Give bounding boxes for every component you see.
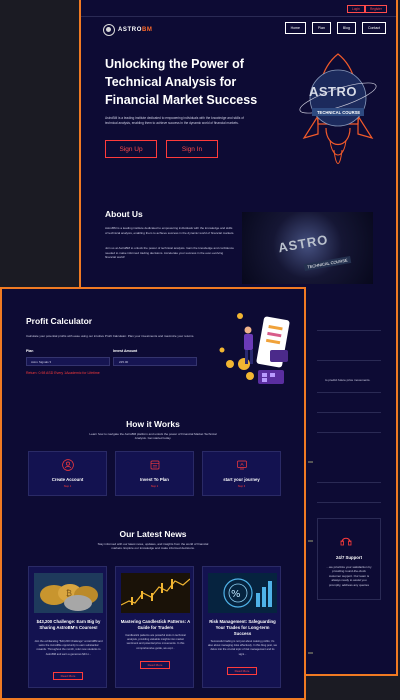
news-card-title: $43,200 Challenge: Earn Big by Sharing A… xyxy=(36,619,101,630)
return-text: Return: 0.98 ASD Every 1Academic for Lif… xyxy=(26,371,100,375)
main-nav: Home Plan Blog Contact xyxy=(284,22,386,34)
nav-home[interactable]: Home xyxy=(284,22,306,34)
step-number: Step 1 xyxy=(63,485,72,488)
divider-line xyxy=(317,360,381,361)
about-image-text: ASTRO xyxy=(277,231,330,256)
news-card-title: Risk Management: Safeguarding Your Trade… xyxy=(209,619,276,636)
read-more-button[interactable]: Read More xyxy=(140,661,170,669)
signup-button[interactable]: Sign Up xyxy=(105,140,157,158)
hero-badge-subtitle: TECHNICAL COURSE xyxy=(317,110,361,115)
news-card[interactable]: % Risk Management: Safeguarding Your Tra… xyxy=(202,566,281,688)
about-image-subtitle: TECHNICAL COURSE xyxy=(303,255,352,272)
support-description: ...we prioritize your satisfaction by pr… xyxy=(326,565,372,587)
amount-label: Invest Amount xyxy=(113,349,138,353)
calculator-description: Calculate your potential profits with ea… xyxy=(26,334,195,338)
how-it-works-description: Learn how to navigate the AstroBM platfo… xyxy=(89,432,217,441)
plan-label: Plan xyxy=(26,349,34,353)
about-image: ASTRO TECHNICAL COURSE xyxy=(242,212,373,284)
hero-badge-text: ASTRO xyxy=(309,84,357,99)
finance-illustration xyxy=(219,313,290,384)
step-card-start-journey[interactable]: start your journey Step 3 xyxy=(202,451,281,496)
divider-line xyxy=(317,482,381,483)
divider-line xyxy=(317,432,381,433)
support-title: 24/7 Support xyxy=(335,555,363,560)
candlestick-chart-image xyxy=(121,573,190,613)
step-number: Step 2 xyxy=(150,485,159,488)
slider-indicator xyxy=(308,540,313,542)
step-title: Invest To Plan xyxy=(140,477,169,482)
svg-text:₿: ₿ xyxy=(66,589,72,598)
signin-button[interactable]: Sign In xyxy=(166,140,218,158)
svg-text:%: % xyxy=(231,589,241,600)
site-logo[interactable]: ASTROBM xyxy=(103,24,153,36)
step-card-invest-to-plan[interactable]: Invest To Plan Step 2 xyxy=(115,451,194,496)
how-it-works-title: How it Works xyxy=(126,419,180,429)
news-description: Stay informed with our latest news, upda… xyxy=(97,542,209,551)
step-card-create-account[interactable]: Create Account Step 1 xyxy=(28,451,107,496)
plan-select[interactable]: Astro Signals ▾ xyxy=(26,357,110,366)
about-paragraph-2: Join us at AstroBM to unlock the power o… xyxy=(105,246,234,260)
nav-contact[interactable]: Contact xyxy=(361,22,386,34)
news-card-description: Candlestick patterns are powerful tools … xyxy=(125,634,186,650)
amount-input[interactable]: 225.00 xyxy=(113,357,197,366)
news-card[interactable]: Mastering Candlestick Patterns: A Guide … xyxy=(115,566,194,688)
read-more-button[interactable]: Read More xyxy=(53,672,83,680)
divider-line xyxy=(317,392,381,393)
news-card-description: Join the exhilarating "$43,200 Challenge… xyxy=(34,640,103,656)
news-card-title: Mastering Candlestick Patterns: A Guide … xyxy=(120,619,191,630)
rocket-globe-illustration xyxy=(299,53,377,164)
step-number: Step 3 xyxy=(237,485,246,488)
news-card-description: Successful trading is not just about mak… xyxy=(208,640,277,656)
hero-description: AstroBM is a leading institute dedicated… xyxy=(105,116,244,125)
about-paragraph-1: AstroBM is a leading institute dedicated… xyxy=(105,226,235,235)
divider-line xyxy=(317,502,381,503)
slider-indicator xyxy=(308,652,313,654)
bitcoin-coins-image: ₿ xyxy=(34,573,103,613)
screen-icon xyxy=(237,460,247,470)
calendar-icon xyxy=(150,460,160,470)
about-title: About Us xyxy=(105,209,143,219)
nav-blog[interactable]: Blog xyxy=(336,22,356,34)
headset-icon xyxy=(340,537,352,546)
calculator-title: Profit Calculator xyxy=(26,316,93,326)
login-link[interactable]: Login xyxy=(347,5,365,13)
header-divider xyxy=(81,16,396,17)
page: Login Register ASTROBM Home Plan Blog Co… xyxy=(0,0,400,700)
risk-management-image: % xyxy=(208,573,277,613)
divider-line xyxy=(317,330,381,331)
register-link[interactable]: Register xyxy=(365,5,387,13)
feature-fragment: to predict future price movements. xyxy=(325,378,371,382)
hero-title: Unlocking the Power of Technical Analysi… xyxy=(105,57,258,107)
nav-plan[interactable]: Plan xyxy=(311,22,331,34)
slider-indicator xyxy=(308,461,313,463)
user-icon xyxy=(62,459,74,471)
divider-line xyxy=(317,412,381,413)
calculator-preview-front: Profit Calculator Calculate your potenti… xyxy=(0,287,306,700)
read-more-button[interactable]: Read More xyxy=(227,667,257,675)
logo-text: ASTROBM xyxy=(118,27,153,33)
step-title: start your journey xyxy=(223,477,260,482)
logo-icon xyxy=(103,24,115,36)
news-title: Our Latest News xyxy=(119,529,187,539)
step-title: Create Account xyxy=(51,477,84,482)
news-card[interactable]: ₿ $43,200 Challenge: Earn Big by Sharing… xyxy=(28,566,107,688)
